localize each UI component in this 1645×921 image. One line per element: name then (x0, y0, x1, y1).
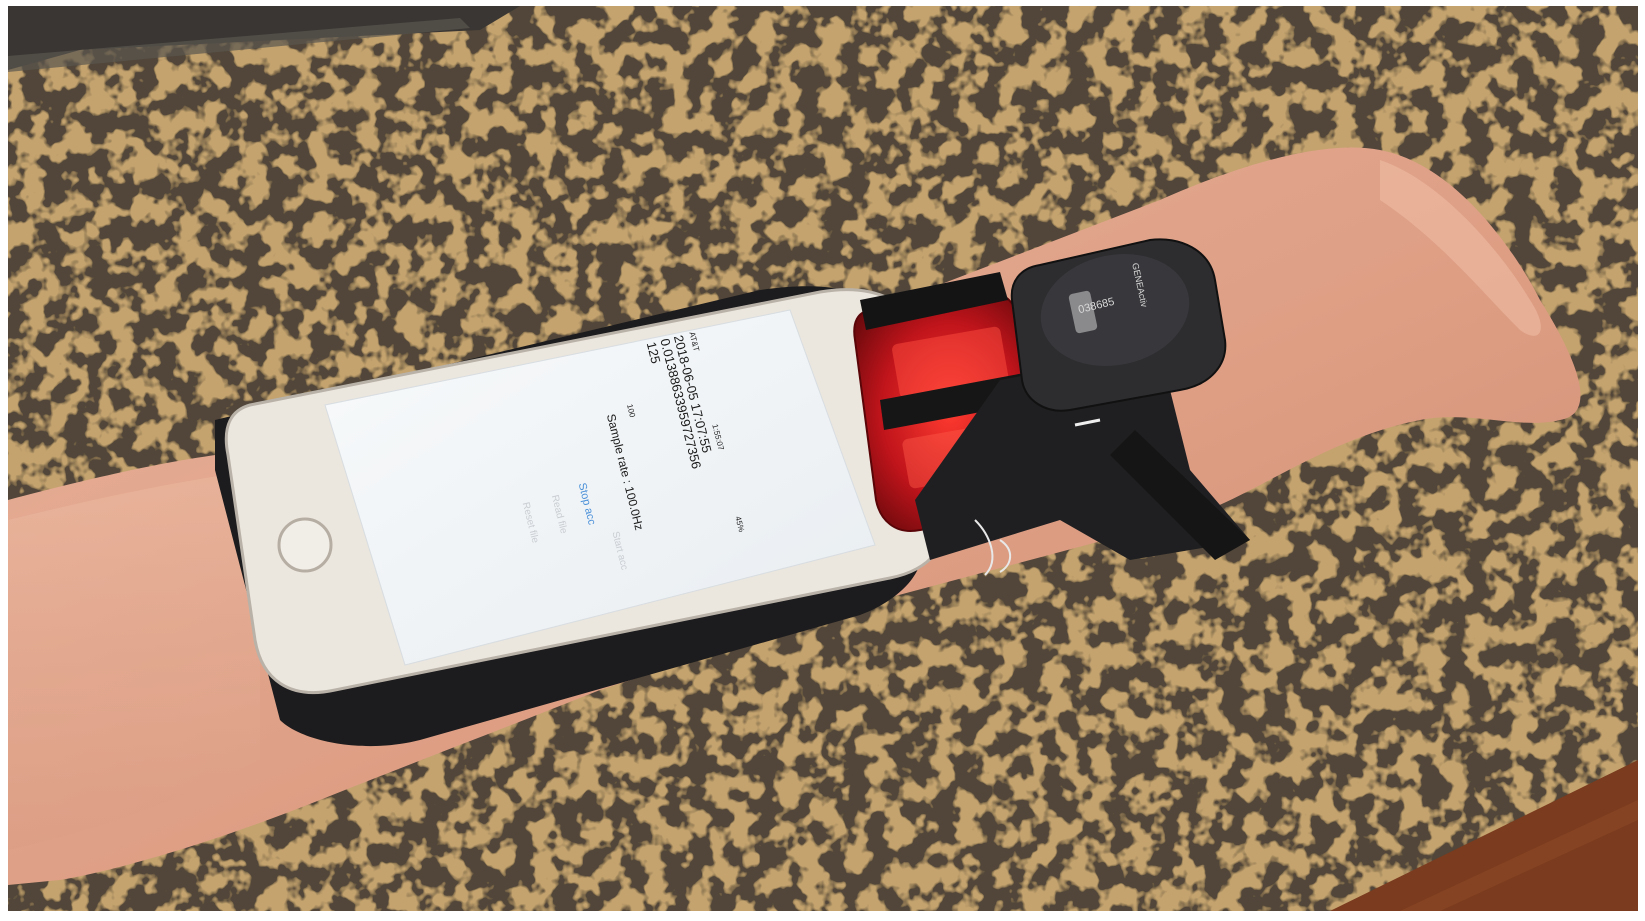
photo-scene (0, 0, 1645, 921)
wrist-accelerometer-watch (1010, 238, 1227, 412)
home-button[interactable] (277, 517, 333, 573)
